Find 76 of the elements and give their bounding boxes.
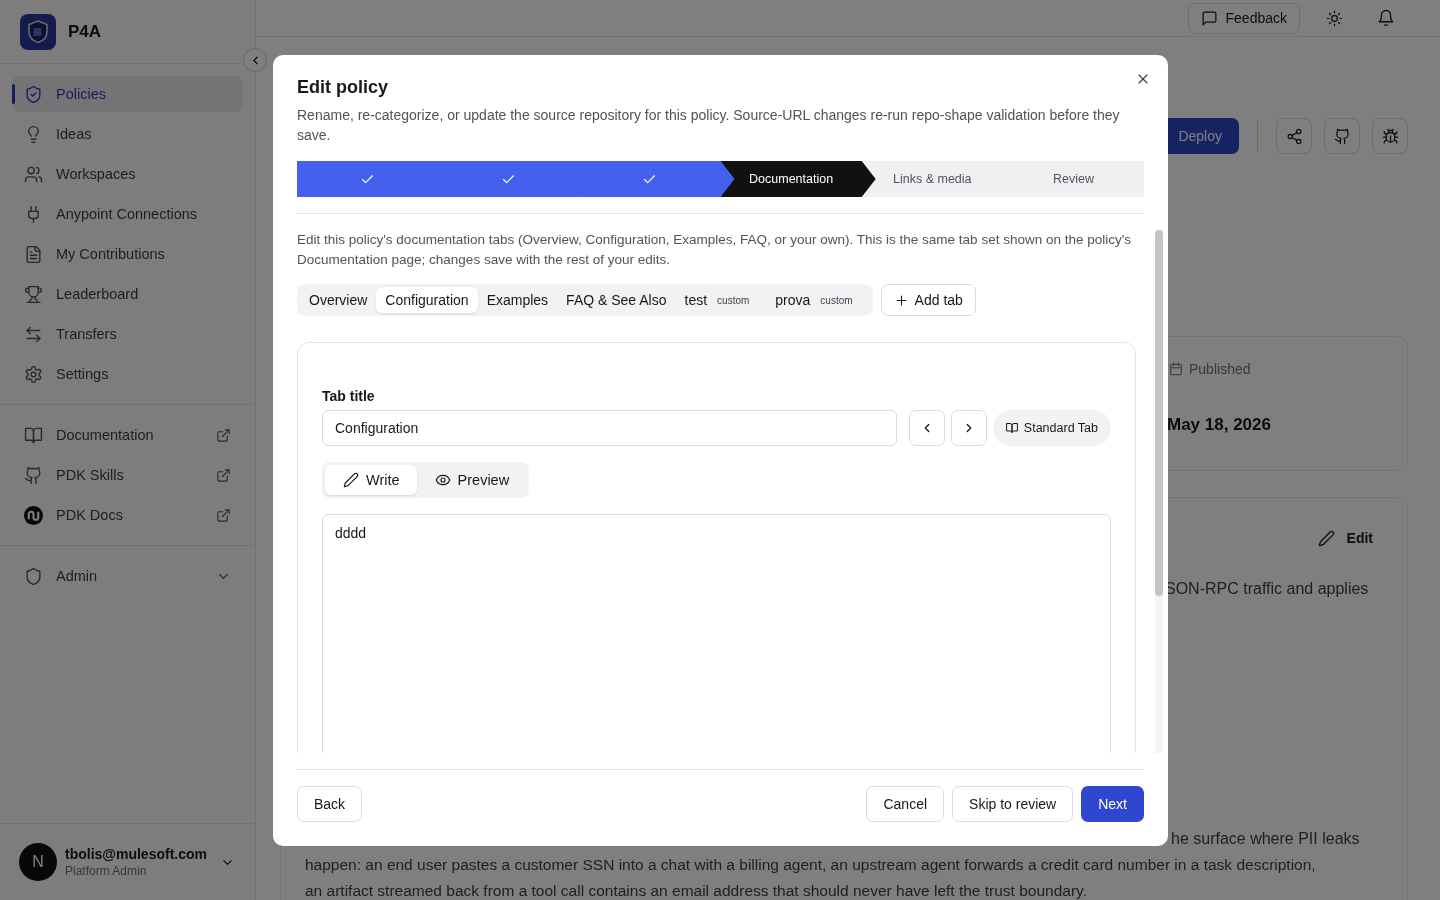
field-label: Tab title — [322, 388, 375, 404]
nav-item[interactable]: Workspaces — [12, 156, 243, 192]
settings-icon — [24, 364, 43, 384]
edit-button[interactable]: Edit — [1317, 522, 1373, 554]
nav-item[interactable]: Settings — [12, 356, 243, 392]
nav-item[interactable]: Anypoint Connections — [12, 196, 243, 232]
trophy-icon — [24, 284, 43, 304]
swap-arrows-icon — [24, 324, 43, 344]
back-button[interactable]: Back — [297, 786, 363, 822]
document-icon — [24, 244, 43, 264]
pencil-icon — [1317, 529, 1335, 547]
doc-tab[interactable]: test custom — [675, 287, 767, 313]
wizard-step: Documentation — [720, 161, 876, 197]
user-email: tbolis@mulesoft.com — [65, 846, 208, 862]
cat-icon — [24, 465, 43, 485]
plus-icon — [893, 292, 909, 308]
eye-icon — [434, 472, 451, 488]
round-logo-icon — [24, 505, 43, 525]
doc-tab[interactable]: Overview — [300, 287, 377, 313]
report-bug-button[interactable] — [1372, 118, 1408, 154]
nav-item[interactable]: My Contributions — [12, 236, 243, 272]
published-label: Published — [1189, 361, 1251, 377]
external-link-icon — [216, 467, 231, 483]
collapse-sidebar-button[interactable] — [243, 48, 267, 72]
shield-check-icon — [24, 84, 43, 104]
share-button[interactable] — [1276, 118, 1312, 154]
mode-tab[interactable]: Write — [325, 465, 417, 495]
scrollbar[interactable] — [1155, 230, 1163, 753]
admin-menu[interactable]: Admin — [12, 558, 243, 594]
user-role: Platform Admin — [65, 864, 148, 878]
mode-tab[interactable]: Preview — [416, 465, 527, 495]
add-tab-button[interactable]: Add tab — [880, 284, 976, 316]
description-text: an artifact streamed back from a tool call contains an email address that should never have left the trust boundary. — [305, 881, 1088, 900]
calendar-icon — [1169, 362, 1183, 376]
description-text: SON-RPC traffic and applies — [1165, 579, 1369, 599]
doc-tab[interactable]: FAQ & See Also — [557, 287, 676, 313]
published-date: May 18, 2026 — [1167, 415, 1271, 435]
nav-item[interactable]: Leaderboard — [12, 276, 243, 312]
avatar: N — [19, 843, 57, 881]
nav-item[interactable]: Transfers — [12, 316, 243, 352]
intro-text: Edit this policy's documentation tabs (Overview, Configuration, Examples, FAQ, or your own). This is the same tab set shown on the policy's Documentation page; changes save with the rest of your edits. — [297, 231, 1133, 269]
share-icon — [1285, 127, 1303, 145]
external-link[interactable]: PDK Skills — [12, 457, 243, 493]
cat-icon — [1333, 127, 1351, 145]
book-icon — [24, 425, 43, 445]
tab-title-field[interactable]: Configuration — [322, 410, 897, 446]
dialog-description: Rename, re-categorize, or update the source repository for this policy. Source-URL changes re-run repo-shape validation before they save. — [297, 106, 1121, 145]
shield-icon — [24, 566, 43, 586]
app-name: P4A — [68, 21, 102, 42]
markdown-editor[interactable]: dddd — [322, 514, 1111, 753]
people-icon — [24, 164, 43, 184]
next-button[interactable]: Next — [1081, 786, 1144, 822]
external-link-icon — [216, 507, 231, 523]
bell-icon — [1377, 9, 1395, 27]
description-text: happen: an end user pastes a customer SSN into a chat with a billing agent, an upstream agent forwards a credit card number in a task description, — [305, 855, 1316, 875]
book-icon — [1005, 422, 1018, 434]
skip-to-review-button[interactable]: Skip to review — [952, 786, 1074, 822]
wizard-step: Review — [1002, 161, 1145, 197]
external-link[interactable]: Documentation — [12, 417, 243, 453]
sun-icon — [1325, 9, 1343, 27]
standard-tab-badge: Standard Tab — [992, 410, 1111, 446]
pencil-icon — [343, 472, 359, 488]
app-logo — [20, 13, 56, 50]
external-link[interactable]: PDK Docs — [12, 497, 243, 533]
doc-tab[interactable]: Configuration — [376, 287, 478, 313]
external-link-icon — [216, 427, 231, 443]
cancel-button[interactable]: Cancel — [866, 786, 945, 822]
nav-item[interactable]: Ideas — [12, 116, 243, 152]
description-text: he surface where PII leaks — [1171, 829, 1360, 849]
dialog-title: Edit policy — [297, 76, 389, 99]
repository-button[interactable] — [1324, 118, 1360, 154]
doc-tab[interactable]: Examples — [477, 287, 558, 313]
doc-tab[interactable]: prova custom — [766, 287, 870, 313]
feedback-button[interactable]: Feedback — [1187, 2, 1300, 34]
bug-icon — [1381, 127, 1399, 145]
message-icon — [1200, 9, 1218, 27]
